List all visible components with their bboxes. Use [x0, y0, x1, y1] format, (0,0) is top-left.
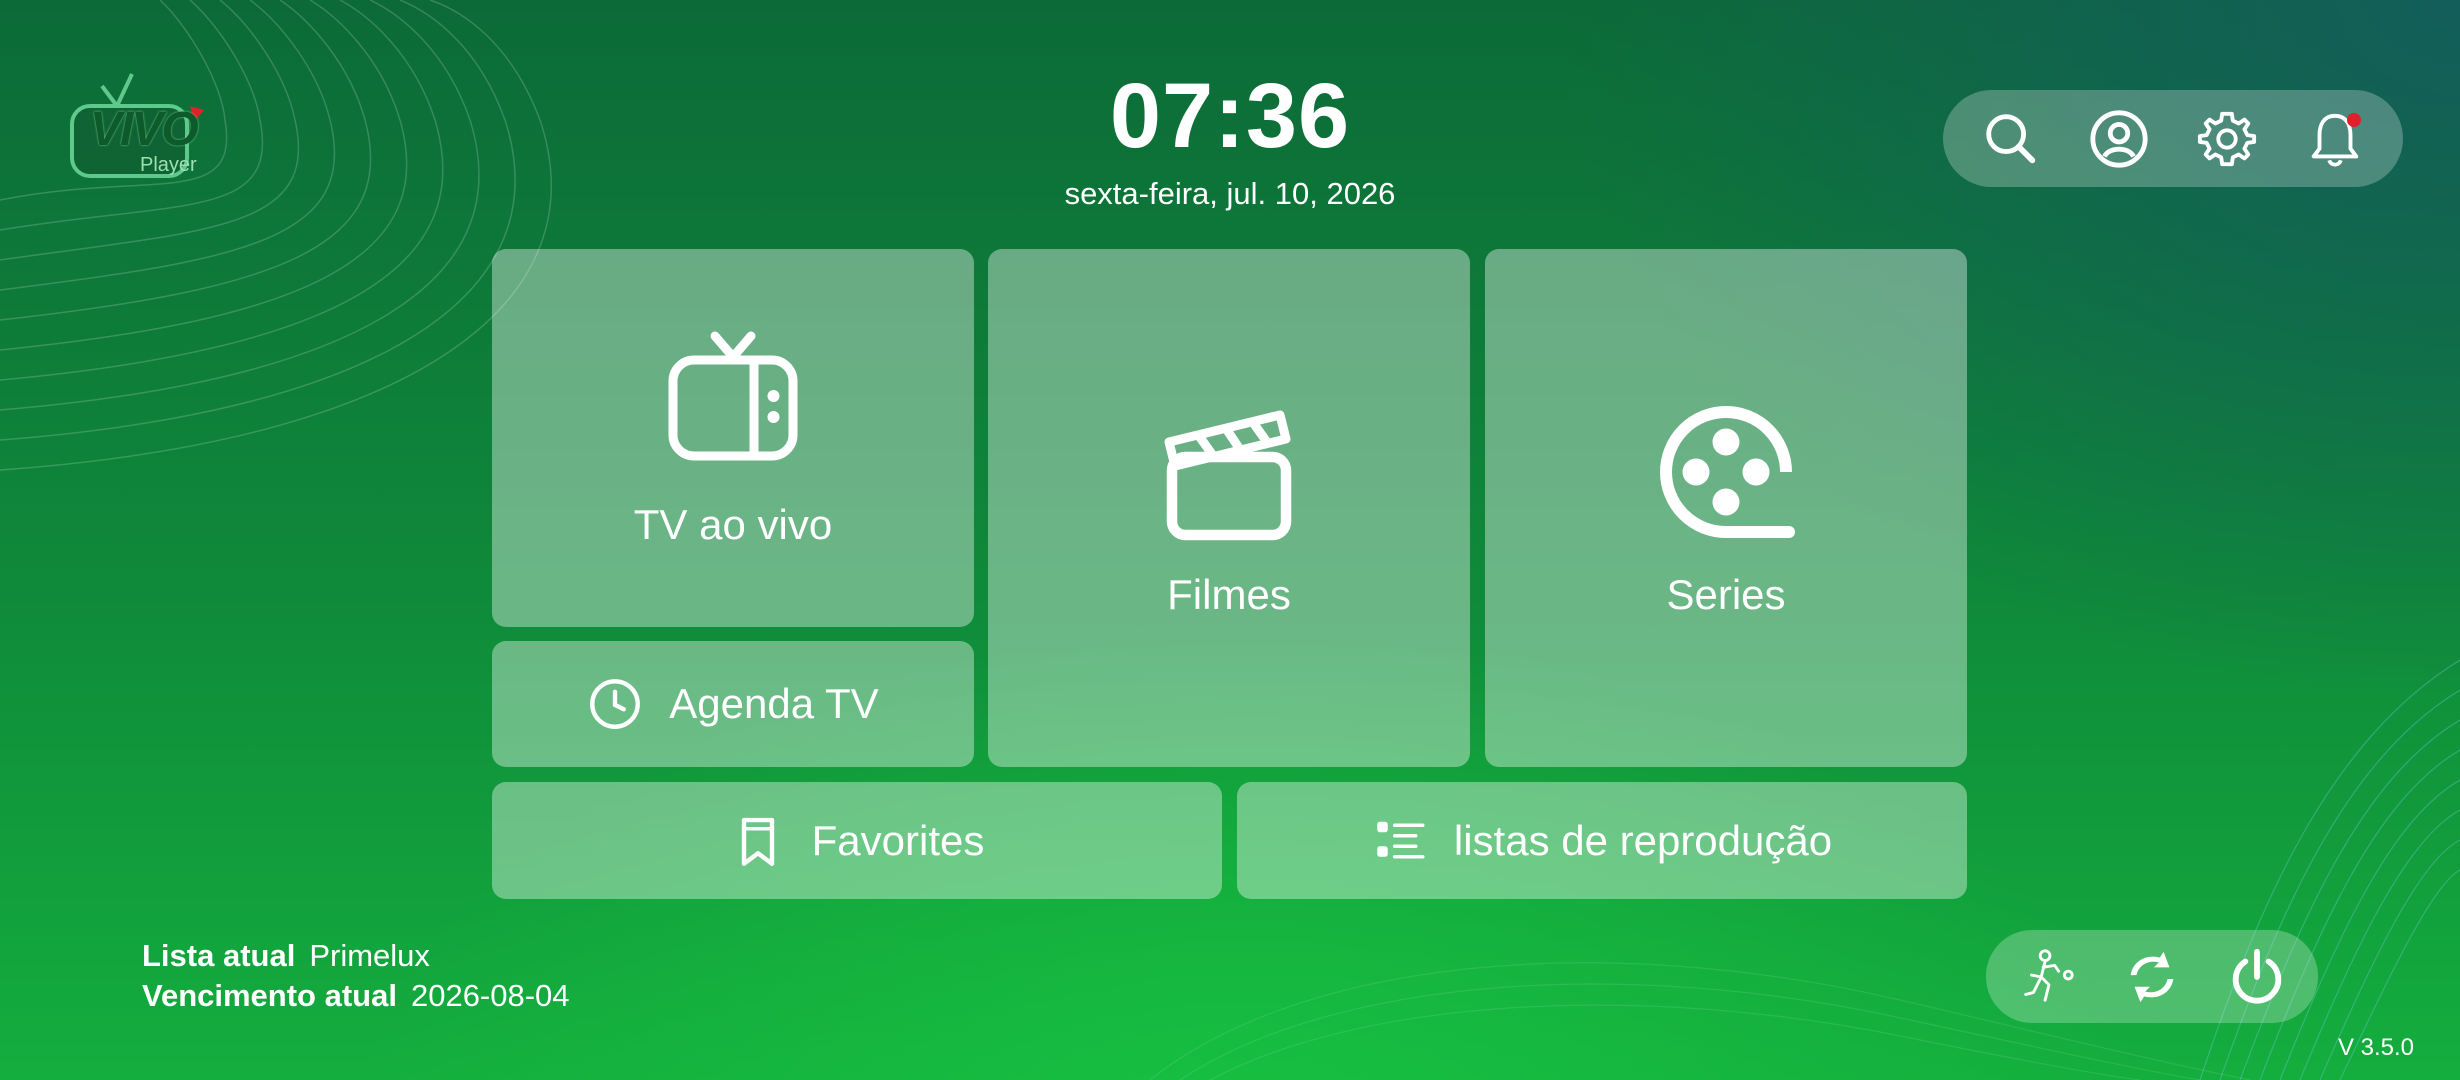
power-icon: [2233, 948, 2282, 1003]
notifications-button[interactable]: [2295, 99, 2375, 179]
tv-icon: [668, 331, 798, 461]
tile-tv-guide-label: Agenda TV: [669, 680, 879, 727]
notification-badge: [2347, 112, 2361, 127]
search-button[interactable]: [1971, 99, 2051, 179]
clapperboard-icon: [1164, 410, 1292, 541]
refresh-icon: [2130, 951, 2174, 1002]
settings-button[interactable]: [2187, 99, 2267, 179]
clock-icon: [590, 679, 641, 729]
bottom-actions-bar: [1986, 930, 2318, 1023]
tile-favorites-label: Favorites: [811, 816, 985, 864]
tile-series-label: Series: [1666, 571, 1786, 618]
app-version: V 3.5.0: [2337, 1034, 2414, 1061]
tile-favorites[interactable]: Favorites: [492, 782, 1222, 899]
profile-button[interactable]: [2079, 99, 2159, 179]
sports-icon: [2023, 948, 2074, 1002]
top-actions-bar: [1943, 90, 2403, 187]
current-list-value: Primelux: [309, 938, 430, 973]
sports-button[interactable]: [2007, 937, 2087, 1017]
tile-live-tv[interactable]: TV ao vivo: [492, 249, 974, 627]
tile-playlists-label: listas de reprodução: [1453, 816, 1833, 864]
current-list-info: Lista atual Primelux: [142, 938, 430, 974]
tile-movies[interactable]: Filmes: [988, 249, 1470, 767]
expiry-label: Vencimento atual: [142, 978, 397, 1013]
film-reel-icon: [1660, 406, 1795, 538]
search-icon: [1986, 113, 2036, 163]
tile-tv-guide[interactable]: Agenda TV: [492, 641, 974, 767]
list-icon: [1377, 821, 1425, 858]
bookmark-icon: [741, 817, 774, 866]
expiry-info: Vencimento atual 2026-08-04: [142, 978, 570, 1014]
power-button[interactable]: [2217, 937, 2297, 1017]
gear-icon: [2197, 111, 2257, 166]
profile-icon: [2090, 109, 2148, 168]
tile-live-tv-label: TV ao vivo: [633, 501, 833, 548]
expiry-value: 2026-08-04: [410, 978, 570, 1013]
tile-series[interactable]: Series: [1485, 249, 1967, 767]
tile-movies-label: Filmes: [1167, 571, 1291, 618]
tile-playlists[interactable]: listas de reprodução: [1237, 782, 1967, 899]
current-list-label: Lista atual: [142, 938, 296, 973]
refresh-button[interactable]: [2112, 937, 2192, 1017]
